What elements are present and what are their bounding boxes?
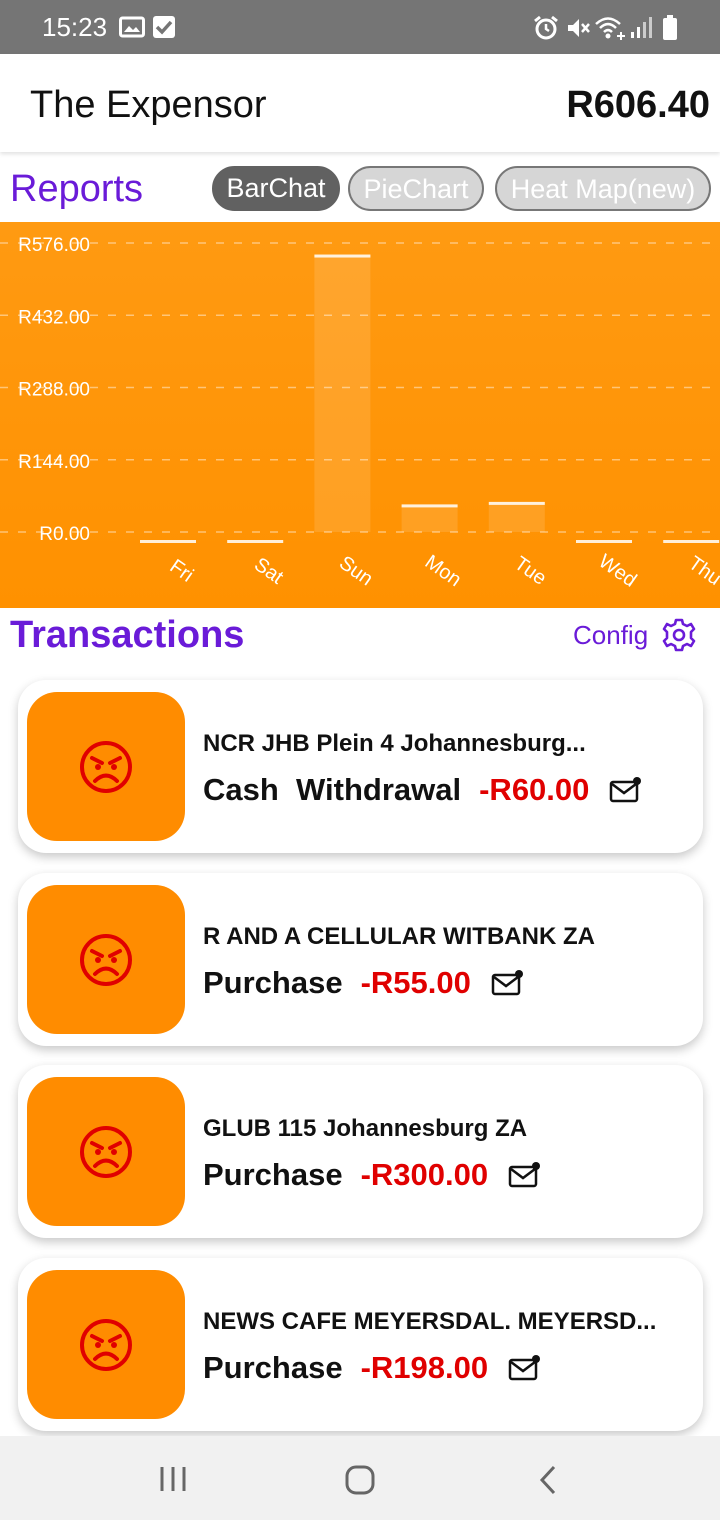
- total-balance: R606.40: [566, 84, 710, 126]
- y-tick-label: R432.00: [18, 307, 90, 328]
- y-tick-label: R288.00: [18, 380, 90, 401]
- angry-face-icon: [80, 741, 132, 793]
- system-nav-bar: [0, 1436, 720, 1520]
- transaction-details: Cash Withdrawal -R60.00: [203, 772, 643, 808]
- x-tick-label: Sun: [335, 552, 377, 590]
- y-tick-label: R576.00: [18, 235, 90, 256]
- x-tick-label: Sat: [250, 553, 288, 588]
- bar-value-line: [314, 254, 371, 258]
- transaction-card[interactable]: R AND A CELLULAR WITBANK ZA Purchase -R5…: [18, 873, 703, 1046]
- tab-piechart[interactable]: PieChart: [348, 166, 484, 211]
- bar: [401, 504, 458, 532]
- sms-notification-icon[interactable]: [609, 776, 643, 804]
- config-link[interactable]: Config: [573, 620, 648, 651]
- transaction-amount: -R300.00: [360, 1157, 489, 1192]
- bar-value-line: [663, 540, 720, 543]
- y-tick-label: R0.00: [39, 524, 90, 545]
- merchant-name: R AND A CELLULAR WITBANK ZA: [203, 923, 595, 950]
- merchant-name: NCR JHB Plein 4 Johannesburg...: [203, 730, 586, 757]
- mood-thumbnail: [27, 1270, 185, 1419]
- home-icon[interactable]: [344, 1464, 376, 1496]
- status-bar: 15:23: [0, 0, 720, 54]
- transaction-amount: -R198.00: [360, 1350, 489, 1385]
- bar-value-line: [488, 501, 545, 505]
- angry-face-icon: [80, 934, 132, 986]
- transaction-details: Purchase -R198.00: [203, 1350, 542, 1386]
- wifi-icon: [595, 17, 625, 40]
- transaction-amount: -R55.00: [360, 965, 471, 1000]
- transaction-details: Purchase -R55.00: [203, 965, 525, 1001]
- x-tick-label: Fri: [166, 555, 198, 586]
- bar: [488, 501, 545, 532]
- bar-value-line: [227, 540, 284, 543]
- transaction-amount: -R60.00: [479, 772, 590, 807]
- transaction-card[interactable]: NCR JHB Plein 4 Johannesburg... Cash Wit…: [18, 680, 703, 853]
- bar-value-line: [140, 540, 196, 543]
- bar-value-line: [576, 540, 632, 543]
- transaction-type: Purchase: [203, 965, 343, 1000]
- x-tick-label: Thu: [684, 552, 720, 590]
- mood-thumbnail: [27, 692, 185, 841]
- angry-face-icon: [80, 1319, 132, 1371]
- transaction-type: Purchase: [203, 1157, 343, 1192]
- bar-chart: R576.00 R432.00 R288.00 R144.00 R0.00 Fri Sat S…: [0, 222, 720, 608]
- gear-icon[interactable]: [662, 618, 696, 652]
- mood-thumbnail: [27, 1077, 185, 1226]
- tab-heatmap[interactable]: Heat Map(new): [495, 166, 711, 211]
- x-tick-label: Wed: [594, 550, 640, 591]
- merchant-name: GLUB 115 Johannesburg ZA: [203, 1115, 528, 1142]
- transaction-card[interactable]: GLUB 115 Johannesburg ZA Purchase -R300.…: [18, 1065, 703, 1238]
- transaction-card[interactable]: NEWS CAFE MEYERSDAL. MEYERSD... Purchase…: [18, 1258, 703, 1431]
- recent-apps-icon[interactable]: [158, 1464, 188, 1494]
- alarm-icon: [534, 15, 558, 40]
- merchant-name: NEWS CAFE MEYERSDAL. MEYERSD...: [203, 1308, 657, 1335]
- sms-notification-icon[interactable]: [508, 1354, 542, 1382]
- app-title: The Expensor: [30, 84, 267, 126]
- bar: [314, 254, 371, 533]
- mood-thumbnail: [27, 885, 185, 1034]
- mute-icon: [568, 19, 590, 37]
- transaction-details: Purchase -R300.00: [203, 1157, 542, 1193]
- y-tick-label: R144.00: [18, 452, 90, 473]
- bar-chart-svg: R576.00 R432.00 R288.00 R144.00 R0.00 Fri Sat S…: [0, 235, 720, 592]
- angry-face-icon: [80, 1126, 132, 1178]
- transactions-heading: Transactions: [10, 614, 245, 656]
- bar-value-line: [401, 504, 458, 508]
- x-tick-label: Mon: [421, 551, 465, 591]
- sms-notification-icon[interactable]: [508, 1161, 542, 1189]
- transaction-type: Cash Withdrawal: [203, 772, 462, 807]
- back-icon[interactable]: [536, 1464, 560, 1496]
- battery-icon: [663, 15, 677, 40]
- status-time: 15:23: [42, 12, 108, 42]
- x-tick-label: Tue: [510, 552, 550, 589]
- transaction-type: Purchase: [203, 1350, 343, 1385]
- checkbox-icon: [153, 16, 175, 38]
- gallery-icon: [119, 16, 145, 38]
- app-bar: The Expensor R606.40: [0, 54, 720, 152]
- reports-heading: Reports: [10, 168, 144, 210]
- sms-notification-icon[interactable]: [491, 969, 525, 997]
- tab-barchart[interactable]: BarChat: [212, 166, 340, 211]
- signal-icon: [631, 17, 652, 38]
